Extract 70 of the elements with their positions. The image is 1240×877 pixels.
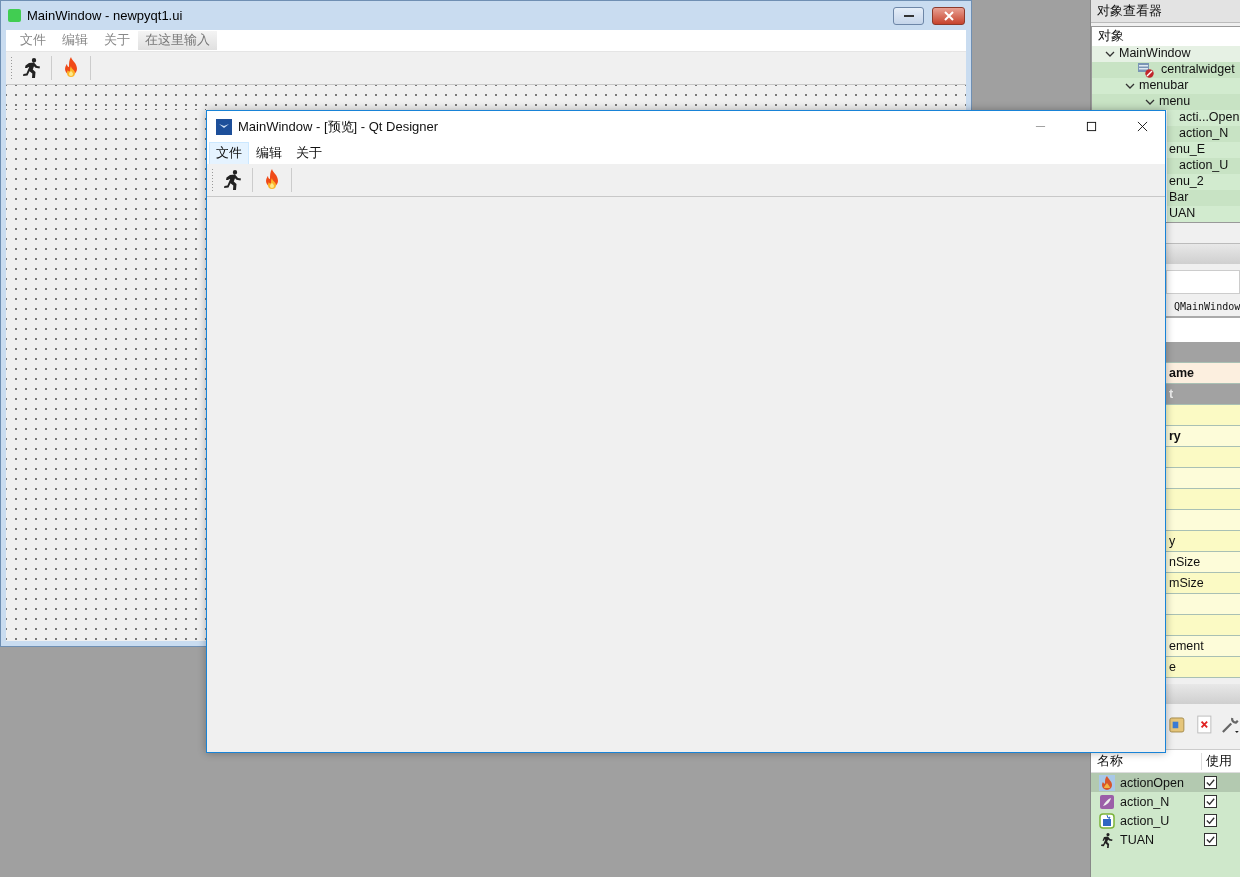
checkbox[interactable] [1204, 795, 1217, 808]
property-row[interactable]: ement [1166, 636, 1240, 657]
tree-row[interactable]: enu_E [1167, 142, 1240, 158]
type-here-menu[interactable]: 在这里输入 [138, 31, 217, 50]
app-icon [216, 118, 232, 135]
tree-item[interactable]: menubar [1139, 78, 1189, 92]
tree-row[interactable]: MainWindow [1092, 46, 1240, 62]
checkbox[interactable] [1204, 833, 1217, 846]
column-header: 名称 [1096, 752, 1124, 770]
widget-icon [1138, 62, 1154, 78]
toolbar-grip[interactable] [211, 168, 214, 192]
runner-icon [1099, 831, 1115, 848]
property-row[interactable]: mSize [1166, 573, 1240, 594]
tree-row[interactable]: acti...Open [1167, 110, 1240, 126]
close-icon [943, 10, 954, 21]
tree-item[interactable]: Bar [1169, 190, 1189, 204]
checkbox[interactable] [1204, 814, 1217, 827]
property-row[interactable]: ry [1166, 426, 1240, 447]
filter-field[interactable] [1166, 270, 1240, 294]
tree-item[interactable]: centralwidget [1161, 62, 1235, 76]
action-row[interactable]: action_U [1091, 811, 1240, 830]
tree-row[interactable]: action_U [1167, 158, 1240, 174]
minimize-button[interactable] [893, 6, 924, 25]
tree-row[interactable]: UAN [1167, 206, 1240, 222]
menu-item[interactable]: 编辑 [54, 32, 96, 49]
window-title: MainWindow - [预览] - Qt Designer [238, 117, 439, 136]
menu-item[interactable]: 关于 [96, 32, 138, 49]
tree-item[interactable]: enu_E [1169, 142, 1206, 156]
close-button[interactable] [932, 6, 965, 25]
column-header: 使用 [1201, 752, 1232, 770]
box-icon [1099, 812, 1115, 829]
menu-item[interactable]: 文件 [12, 32, 54, 49]
tree-item[interactable]: menu [1159, 94, 1191, 108]
chevron-icon[interactable] [1145, 97, 1155, 107]
feather-icon [1099, 793, 1115, 810]
checkbox[interactable] [1204, 776, 1217, 789]
tree-row[interactable]: centralwidget [1092, 62, 1240, 78]
window-title: MainWindow - newpyqt1.ui [27, 8, 183, 23]
property-row[interactable]: y [1166, 531, 1240, 552]
tree-row[interactable]: enu_2 [1167, 174, 1240, 190]
maximize-button[interactable] [1086, 121, 1097, 132]
tree-row[interactable]: Bar [1167, 190, 1240, 206]
tree-item[interactable]: action_U [1179, 158, 1229, 172]
tree-row[interactable]: menubar [1092, 78, 1240, 94]
action-row[interactable]: TUAN [1091, 830, 1240, 849]
tree-item[interactable]: action_N [1179, 126, 1229, 140]
close-button[interactable] [1137, 121, 1148, 132]
tree-item[interactable]: enu_2 [1169, 174, 1204, 188]
tree-item[interactable]: UAN [1169, 206, 1196, 220]
form-canvas[interactable] [6, 85, 966, 109]
qt-logo-icon [8, 9, 21, 22]
fire-icon [1099, 774, 1115, 791]
property-row[interactable]: nSize [1166, 552, 1240, 573]
tree-item[interactable]: acti...Open [1179, 110, 1240, 124]
panel-title: 对象查看器 [1091, 0, 1240, 23]
property-row[interactable]: e [1166, 657, 1240, 678]
chevron-icon[interactable] [1105, 49, 1115, 59]
chevron-icon[interactable] [1125, 81, 1135, 91]
menu-item[interactable]: 关于 [289, 141, 329, 165]
menu-item[interactable]: 文件 [209, 141, 249, 165]
form-canvas[interactable] [6, 109, 206, 641]
property-row[interactable]: ame [1166, 363, 1240, 384]
menu-item[interactable]: 编辑 [249, 141, 289, 165]
tree-item[interactable]: MainWindow [1119, 46, 1191, 60]
delete-icon[interactable] [1194, 713, 1214, 735]
action-row[interactable]: action_N [1091, 792, 1240, 811]
tree-row[interactable]: action_N [1167, 126, 1240, 142]
toolbar-grip[interactable] [10, 56, 13, 80]
tree-row[interactable]: menu [1092, 94, 1240, 110]
action-row[interactable]: actionOpen [1091, 773, 1240, 792]
